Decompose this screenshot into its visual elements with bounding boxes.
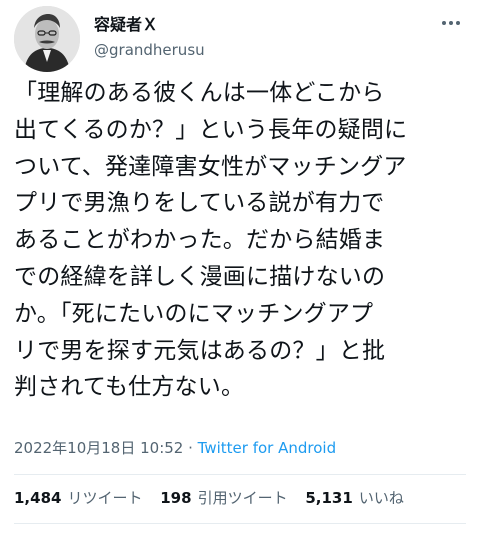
retweets-label: リツイート	[67, 489, 143, 507]
user-info: 容疑者Ｘ @grandherusu	[94, 14, 205, 61]
tweet-text-line: ついて、発達障害女性がマッチングア	[14, 153, 407, 180]
tweet-text: 「理解のある彼くんは一体どこから 出てくるのか？」という長年の疑問に ついて、発達障…	[14, 75, 470, 406]
avatar-portrait-image	[14, 6, 80, 72]
tweet-timestamp[interactable]: 2022年10月18日 10:52	[14, 439, 183, 457]
tweet-text-line: での経緯を詳しく漫画に描けないの	[14, 263, 386, 290]
more-options-icon	[442, 21, 460, 25]
tweet-text-line: 出てくるのか？」という長年の疑問に	[14, 116, 408, 143]
tweet-meta: 2022年10月18日 10:52 · Twitter for Android	[14, 437, 336, 459]
more-options-button[interactable]	[438, 10, 464, 36]
retweets-count: 1,484	[14, 489, 62, 507]
divider	[14, 474, 466, 475]
divider	[14, 523, 466, 524]
quotes-count: 198	[160, 489, 192, 507]
likes-stat[interactable]: 5,131 いいね	[305, 487, 403, 509]
tweet-text-line: あることがわかった。だから結婚ま	[14, 227, 386, 254]
tweet-text-line: 「理解のある彼くんは一体どこから	[14, 80, 385, 106]
tweet-header: 容疑者Ｘ @grandherusu	[14, 4, 466, 72]
display-name[interactable]: 容疑者Ｘ	[94, 14, 205, 36]
quotes-stat[interactable]: 198 引用ツイート	[160, 487, 287, 509]
tweet-text-line: か。「死にたいのにマッチングアプ	[14, 300, 374, 327]
retweets-stat[interactable]: 1,484 リツイート	[14, 487, 142, 509]
user-handle[interactable]: @grandherusu	[94, 39, 205, 61]
tweet-stats: 1,484 リツイート 198 引用ツイート 5,131 いいね	[14, 487, 417, 509]
tweet-text-line: プリで男漁りをしている説が有力で	[14, 190, 385, 217]
tweet-text-line: 判されても仕方ない。	[14, 374, 245, 401]
meta-separator: ·	[183, 439, 198, 457]
likes-count: 5,131	[305, 489, 353, 507]
quotes-label: 引用ツイート	[197, 489, 288, 507]
tweet-source-link[interactable]: Twitter for Android	[198, 439, 336, 457]
tweet-text-line: リで男を探す元気はあるの？」と批	[14, 337, 386, 364]
tweet-card: 容疑者Ｘ @grandherusu 「理解のある彼くんは一体どこから 出てくるのか…	[0, 0, 480, 533]
avatar[interactable]	[14, 6, 80, 72]
likes-label: いいね	[358, 489, 404, 507]
